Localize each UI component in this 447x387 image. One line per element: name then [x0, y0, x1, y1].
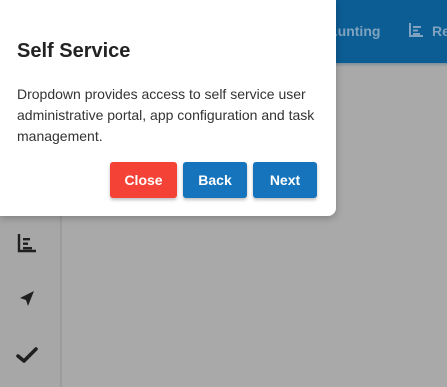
checkmark-icon[interactable] [14, 342, 40, 368]
navigation-arrow-icon[interactable] [14, 286, 40, 312]
close-button[interactable]: Close [110, 162, 177, 198]
back-button[interactable]: Back [183, 162, 247, 198]
popover-title: Self Service [17, 40, 131, 62]
bar-chart-icon[interactable] [14, 230, 40, 256]
nav-item-label: Re [432, 23, 447, 39]
tour-popover: Self Service Dropdown provides access to… [0, 0, 336, 216]
popover-description: Dropdown provides access to self service… [17, 86, 315, 144]
bar-chart-icon [408, 22, 424, 41]
next-button[interactable]: Next [253, 162, 317, 198]
nav-item-reports[interactable]: Re [408, 20, 447, 42]
